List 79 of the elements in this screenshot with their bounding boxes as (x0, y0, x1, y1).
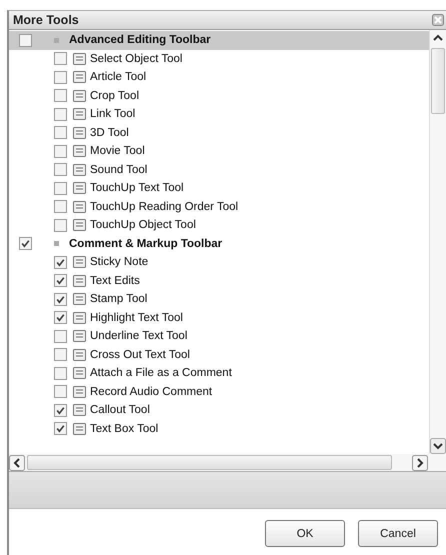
dialog-button[interactable]: OK (265, 520, 345, 547)
checkbox[interactable] (54, 330, 67, 343)
tool-label: Highlight Text Tool (90, 312, 183, 324)
checkbox[interactable] (19, 34, 32, 47)
tool-label: Article Tool (90, 71, 146, 84)
checkbox[interactable] (54, 311, 67, 324)
tool-label: Link Tool (90, 108, 136, 120)
tool-label: Cross Out Text Tool (90, 348, 190, 361)
checkbox[interactable] (54, 108, 67, 121)
checkbox[interactable] (54, 163, 67, 176)
checkbox[interactable] (19, 237, 32, 250)
scroll-down-icon[interactable] (430, 438, 446, 454)
checkbox[interactable] (54, 274, 67, 288)
tool-label: Record Audio Comment (90, 386, 212, 398)
tool-icon (72, 254, 88, 270)
tool-icon (72, 328, 88, 344)
checkbox[interactable] (54, 256, 67, 269)
tool-label: Attach a File as a Comment (90, 367, 232, 380)
tool-label: Text Edits (90, 274, 140, 287)
window-title: More Tools (13, 13, 79, 27)
group-label: Comment & Markup Toolbar (69, 238, 222, 250)
dialog-button[interactable]: Cancel (358, 520, 438, 547)
tool-icon (72, 402, 88, 418)
tool-icon (72, 291, 88, 308)
tool-icon (72, 143, 88, 160)
scroll-left-icon[interactable] (9, 454, 25, 470)
checkbox[interactable] (54, 52, 67, 66)
tool-icon (72, 310, 88, 326)
scroll-thumb[interactable] (431, 48, 445, 114)
tool-icon (72, 106, 88, 122)
checkbox[interactable] (54, 200, 67, 214)
checkbox[interactable] (54, 404, 67, 417)
tool-icon (72, 180, 88, 196)
tool-label: Text Box Tool (90, 422, 158, 435)
scroll-thumb[interactable] (27, 455, 392, 470)
checkbox[interactable] (54, 89, 67, 102)
checkbox[interactable] (54, 366, 67, 380)
checkbox[interactable] (54, 385, 67, 398)
checkbox[interactable] (54, 292, 67, 306)
tool-icon (72, 69, 88, 86)
tool-label: Sound Tool (90, 164, 148, 176)
close-icon[interactable] (432, 14, 444, 26)
tool-icon (72, 50, 88, 67)
tool-label: TouchUp Reading Order Tool (90, 200, 238, 213)
checkbox[interactable] (54, 348, 67, 362)
tool-label: Stamp Tool (90, 293, 148, 306)
group-row[interactable]: Comment & Markup Toolbar (9, 234, 429, 253)
tool-label: TouchUp Text Tool (90, 182, 184, 194)
tool-icon (72, 346, 88, 363)
tool-icon (72, 365, 88, 382)
tool-icon (72, 162, 88, 178)
tool-icon (72, 420, 88, 437)
checkbox[interactable] (54, 126, 67, 140)
tool-icon (72, 124, 88, 141)
tool-label: TouchUp Object Tool (90, 219, 196, 232)
scroll-right-icon[interactable] (412, 454, 428, 470)
checkbox[interactable] (54, 144, 67, 158)
bullet-icon (54, 38, 59, 43)
horizontal-scrollbar[interactable] (9, 454, 446, 472)
tool-icon (72, 217, 88, 234)
bullet-icon (54, 241, 59, 246)
checkbox[interactable] (54, 422, 67, 436)
tool-label: Crop Tool (90, 90, 140, 102)
tool-label: Sticky Note (90, 256, 148, 268)
vertical-scrollbar[interactable] (429, 30, 446, 454)
tool-label: Select Object Tool (90, 52, 182, 65)
tool-label: Underline Text Tool (90, 330, 188, 342)
checkbox[interactable] (54, 218, 67, 232)
tool-label: Callout Tool (90, 404, 150, 416)
tool-icon (72, 272, 88, 289)
group-label: Advanced Editing Toolbar (69, 34, 211, 46)
tool-label: 3D Tool (90, 126, 129, 139)
checkbox[interactable] (54, 70, 67, 84)
tool-label: Movie Tool (90, 145, 145, 158)
tool-icon (72, 384, 88, 400)
group-row[interactable]: Advanced Editing Toolbar (9, 31, 429, 50)
tool-icon (72, 198, 88, 215)
checkbox[interactable] (54, 182, 67, 195)
tool-icon (72, 88, 88, 104)
